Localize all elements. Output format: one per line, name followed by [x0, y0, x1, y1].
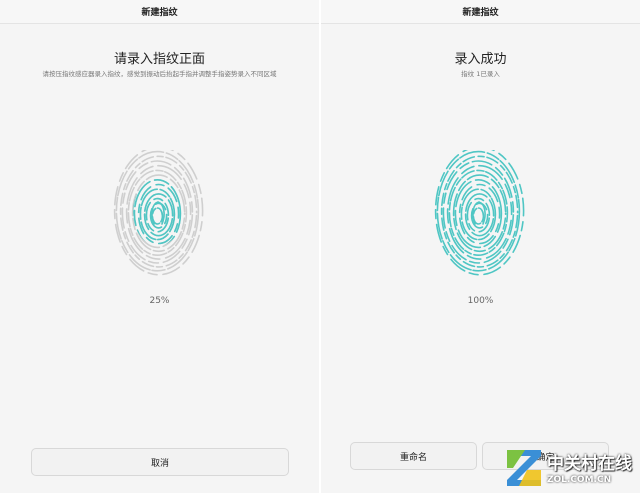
rename-button[interactable]: 重命名 — [350, 442, 477, 470]
page-title: 新建指纹 — [462, 8, 499, 18]
rename-button-label: 重命名 — [399, 452, 427, 463]
fingerprint-ridge — [127, 169, 188, 257]
success-subtitle: 指纹 1已录入 — [461, 70, 500, 78]
enroll-panel-in-progress: 新建指纹 请录入指纹正面 请按压指纹感应器录入指纹，感觉到振动后抬起手指并调整手… — [0, 0, 319, 493]
title-bar: 新建指纹 — [321, 0, 640, 24]
cancel-button[interactable]: 取消 — [31, 448, 289, 476]
watermark: 中关村在线 ZOL.COM.CN — [505, 440, 640, 493]
title-bar: 新建指纹 — [0, 0, 319, 24]
enroll-progress-text: 25% — [149, 296, 170, 306]
fingerprint-icon — [434, 150, 525, 276]
cancel-button-label: 取消 — [150, 458, 169, 469]
watermark-text-cn: 中关村在线 — [547, 453, 632, 474]
page-title: 新建指纹 — [141, 8, 178, 18]
success-heading: 录入成功 — [454, 52, 507, 67]
enroll-progress-text: 100% — [467, 296, 494, 306]
zol-logo — [507, 449, 541, 486]
fingerprint-icon — [113, 150, 204, 276]
enroll-panel-success: 新建指纹 录入成功 指纹 1已录入 100% 重命名 确定 — [321, 0, 640, 493]
fingerprint-ridge — [448, 169, 509, 257]
enroll-heading: 请录入指纹正面 — [113, 52, 205, 67]
enroll-instruction: 请按压指纹感应器录入指纹，感觉到振动后抬起手指并调整手指姿势录入不同区域 — [42, 70, 277, 78]
watermark-text-en: ZOL.COM.CN — [547, 474, 612, 485]
